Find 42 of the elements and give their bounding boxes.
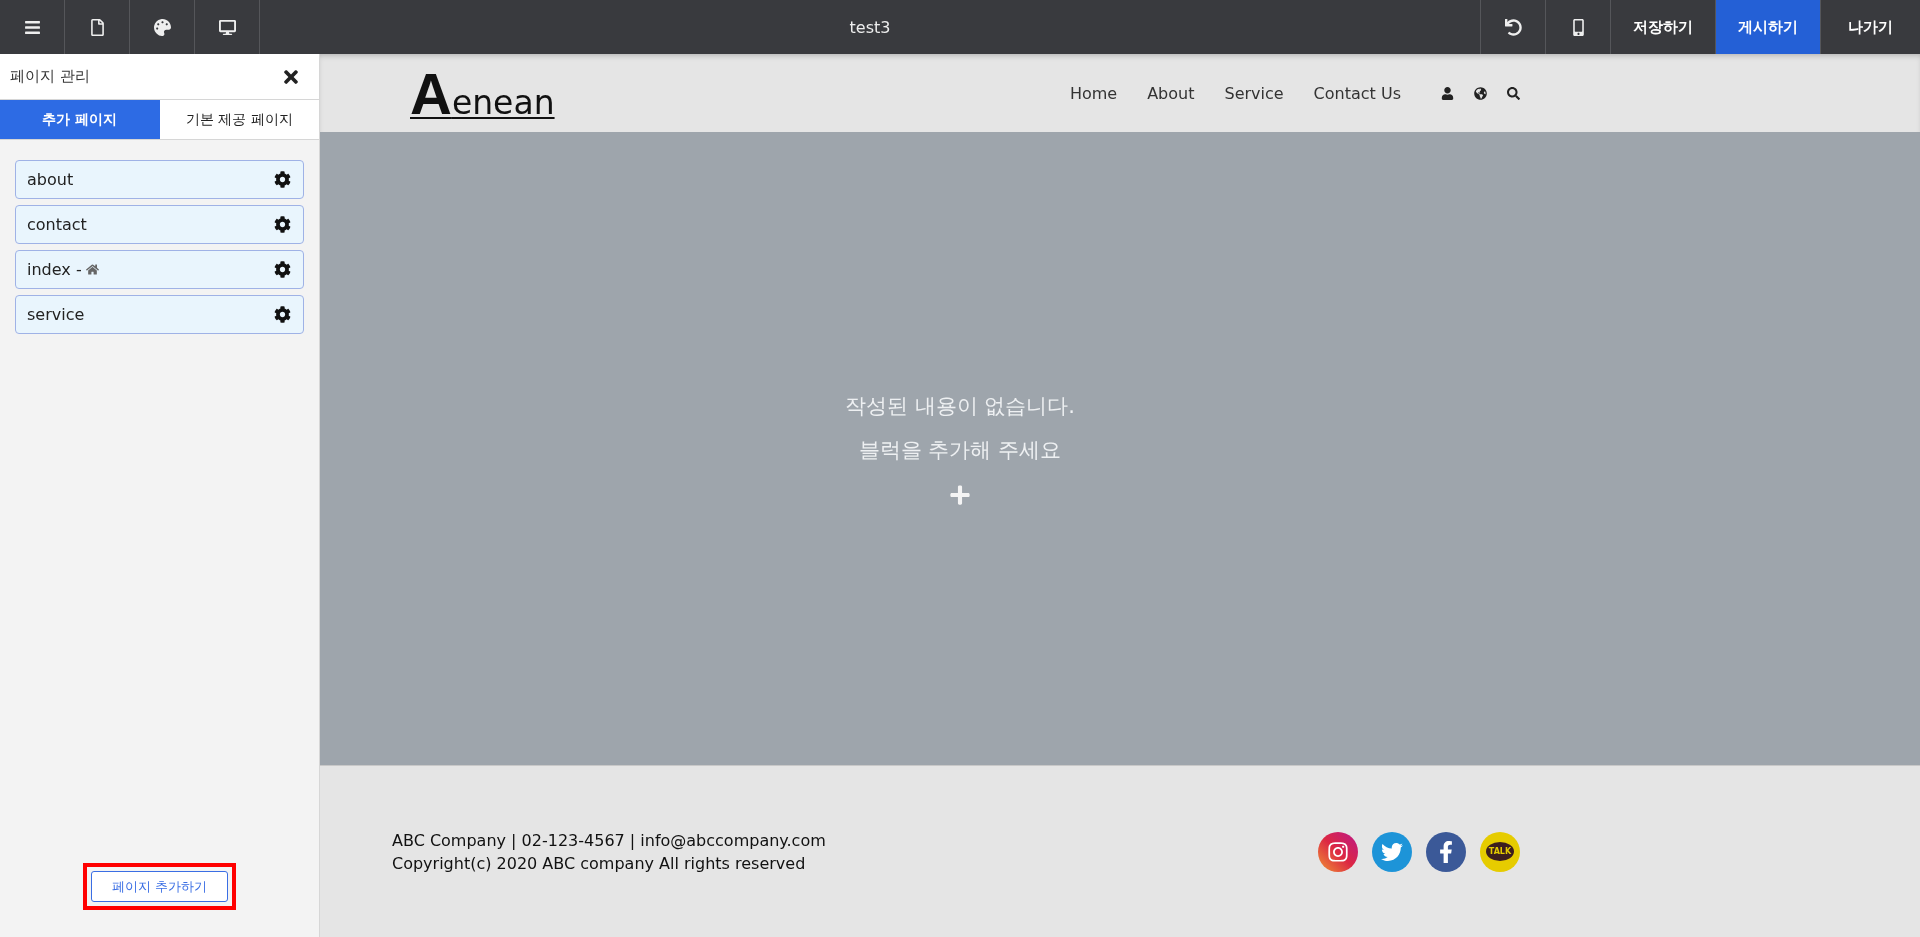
- menu-icon: [23, 18, 41, 36]
- page-name: service: [27, 305, 85, 324]
- site-logo: Aenean: [410, 59, 555, 127]
- camera-icon: [1327, 840, 1349, 863]
- empty-message: 작성된 내용이 없습니다.: [845, 392, 1075, 420]
- document-title: test3: [849, 17, 891, 37]
- undo-icon: [1504, 18, 1522, 36]
- page-list-item[interactable]: contact: [15, 205, 304, 244]
- chat-bubble-link[interactable]: TALK: [1480, 831, 1520, 872]
- panel-tab[interactable]: 추가 페이지: [0, 100, 160, 139]
- page-list-item[interactable]: about: [15, 160, 304, 199]
- footer-text: Copyright(c) 2020 ABC company All rights reserved: [392, 853, 807, 873]
- user-icon[interactable]: [1441, 86, 1454, 100]
- toolbar-action-button[interactable]: 게시하기: [1715, 0, 1820, 54]
- search-icon[interactable]: [1507, 86, 1520, 100]
- talk-label: TALK: [1485, 842, 1515, 861]
- nav-link[interactable]: About: [1147, 83, 1195, 103]
- nav-link[interactable]: Service: [1224, 83, 1284, 103]
- page-name: index -: [27, 260, 99, 279]
- panel-tab[interactable]: 기본 제공 페이지: [159, 100, 319, 139]
- nav-link[interactable]: Contact Us: [1313, 83, 1401, 103]
- monitor-icon: [218, 18, 236, 36]
- settings-icon[interactable]: [274, 216, 291, 233]
- nav-link[interactable]: Home: [1069, 83, 1118, 103]
- palette-icon: [153, 18, 171, 36]
- page-name: contact: [27, 215, 87, 234]
- settings-icon[interactable]: [274, 261, 291, 278]
- empty-message: 블럭을 추가해 주세요: [858, 436, 1062, 464]
- page-name: about: [27, 170, 74, 189]
- settings-icon[interactable]: [274, 306, 291, 323]
- bird-link[interactable]: [1372, 831, 1412, 872]
- globe-icon[interactable]: [1474, 86, 1487, 100]
- f-letter-link[interactable]: [1426, 831, 1466, 872]
- add-page-button[interactable]: 페이지 추가하기: [90, 871, 229, 902]
- page-list-item[interactable]: service: [15, 295, 304, 334]
- page-list-item[interactable]: index -: [15, 250, 304, 289]
- camera-link[interactable]: [1318, 831, 1358, 872]
- file-icon: [88, 18, 106, 36]
- settings-icon[interactable]: [274, 171, 291, 188]
- bird-icon: [1381, 840, 1403, 863]
- panel-title: 페이지 관리: [10, 67, 90, 86]
- footer-text: ABC Company | 02-123-4567 | info@abccompany.com: [392, 830, 826, 850]
